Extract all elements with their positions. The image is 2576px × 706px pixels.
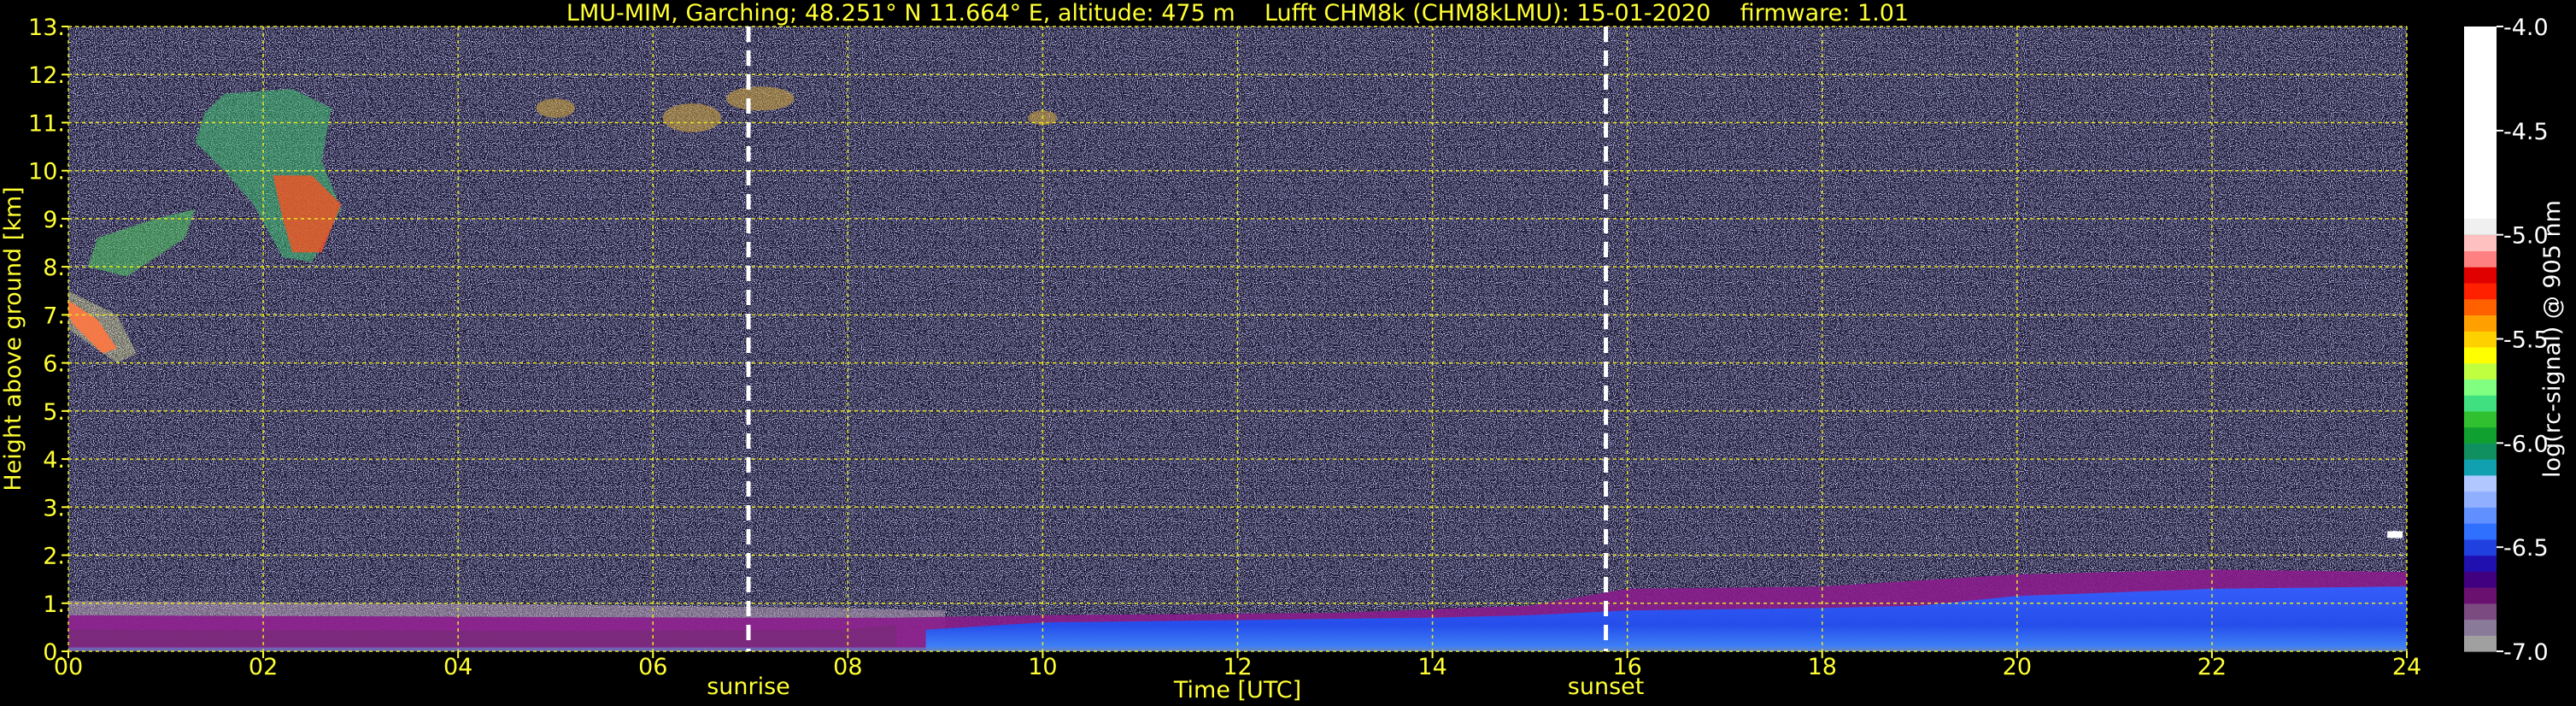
y-tick-label: 9.: [43, 207, 65, 233]
colorbar-swatch: [2464, 587, 2497, 604]
colorbar-swatch: [2464, 379, 2497, 396]
colorbar-swatch: [2464, 234, 2497, 252]
y-tick-label: 10.: [28, 159, 65, 185]
y-tick-label: 11.: [28, 110, 65, 137]
sunset-label: sunset: [1568, 674, 1645, 700]
colorbar-swatch: [2464, 635, 2497, 652]
y-tick-label: 12.: [28, 62, 65, 89]
ceilometer-plot: LMU-MIM, Garching; 48.251° N 11.664° E, …: [0, 0, 2576, 706]
colorbar-swatch: [2464, 346, 2497, 364]
colorbar-tick-label: -6.5: [2503, 535, 2549, 562]
colorbar-tick-label: -4.0: [2503, 15, 2549, 41]
colorbar-swatch: [2464, 538, 2497, 556]
colorbar-swatch: [2464, 218, 2497, 235]
colorbar-swatch: [2464, 571, 2497, 588]
x-tick-label: 20: [2003, 654, 2032, 680]
y-tick-label: 13.: [28, 15, 65, 41]
colorbar-swatch: [2464, 507, 2497, 524]
colorbar-swatch: [2464, 491, 2497, 508]
x-tick-label: 18: [1808, 654, 1837, 680]
colorbar-swatch: [2464, 267, 2497, 284]
colorbar-swatch: [2464, 523, 2497, 540]
colorbar-label: log(rc-signal) @ 905 nm: [2539, 200, 2566, 478]
x-tick-label: 08: [833, 654, 862, 680]
y-axis-ticks: 0. 1. 2. 3. 4. 5. 6. 7. 8. 9. 10. 11. 12. 13.: [28, 15, 68, 666]
x-tick-label: 06: [638, 654, 667, 680]
colorbar: [2464, 26, 2497, 652]
y-tick-label: 0.: [43, 639, 65, 666]
y-tick-label: 4.: [43, 447, 65, 474]
x-axis-ticks: 00 02 04 06 08 10 12 14 16 18 20 22 24: [54, 651, 2421, 680]
colorbar-swatch: [2464, 282, 2497, 300]
colorbar-swatch: [2464, 459, 2497, 476]
x-tick-label: 10: [1028, 654, 1057, 680]
y-tick-label: 2.: [43, 544, 65, 570]
colorbar-swatch: [2464, 331, 2497, 348]
colorbar-tick-label: -4.5: [2503, 119, 2549, 145]
colorbar-swatch: [2464, 427, 2497, 444]
colorbar-swatch: [2464, 603, 2497, 621]
y-tick-label: 5.: [43, 399, 65, 426]
cloud-fragment: [725, 86, 795, 111]
x-tick-label: 14: [1417, 654, 1446, 680]
sunrise-label: sunrise: [707, 674, 790, 700]
colorbar-tick-label: -7.0: [2503, 639, 2549, 666]
colorbar-swatch: [2464, 315, 2497, 332]
cloud-fragment: [536, 98, 576, 118]
x-tick-label: 24: [2392, 654, 2421, 680]
colorbar-swatch: [2464, 555, 2497, 572]
colorbar-swatch: [2464, 619, 2497, 636]
y-tick-label: 1.: [43, 591, 65, 618]
chart-title: LMU-MIM, Garching; 48.251° N 11.664° E, …: [566, 0, 1909, 26]
plot-area: [67, 26, 2408, 652]
y-tick-label: 8.: [43, 255, 65, 281]
cloud-fragment: [662, 103, 722, 132]
x-axis-label: Time [UTC]: [1173, 677, 1301, 703]
colorbar-swatch-top: [2464, 26, 2497, 235]
y-axis-label: Height above ground [km]: [0, 186, 26, 491]
plot-noise-texture: [68, 26, 2407, 651]
colorbar-swatch: [2464, 298, 2497, 315]
x-tick-label: 22: [2198, 654, 2227, 680]
y-tick-label: 3.: [43, 495, 65, 521]
colorbar-swatch: [2464, 395, 2497, 412]
chart-svg: LMU-MIM, Garching; 48.251° N 11.664° E, …: [0, 0, 2566, 703]
colorbar-swatch: [2464, 362, 2497, 379]
colorbar-swatch: [2464, 410, 2497, 428]
x-tick-label: 02: [249, 654, 278, 680]
x-tick-label: 04: [443, 654, 472, 680]
y-tick-label: 6.: [43, 351, 65, 378]
colorbar-swatch: [2464, 443, 2497, 460]
colorbar-swatch: [2464, 250, 2497, 268]
y-tick-label: 7.: [43, 303, 65, 329]
colorbar-swatch: [2464, 474, 2497, 492]
signal-fleck: [2387, 531, 2403, 538]
